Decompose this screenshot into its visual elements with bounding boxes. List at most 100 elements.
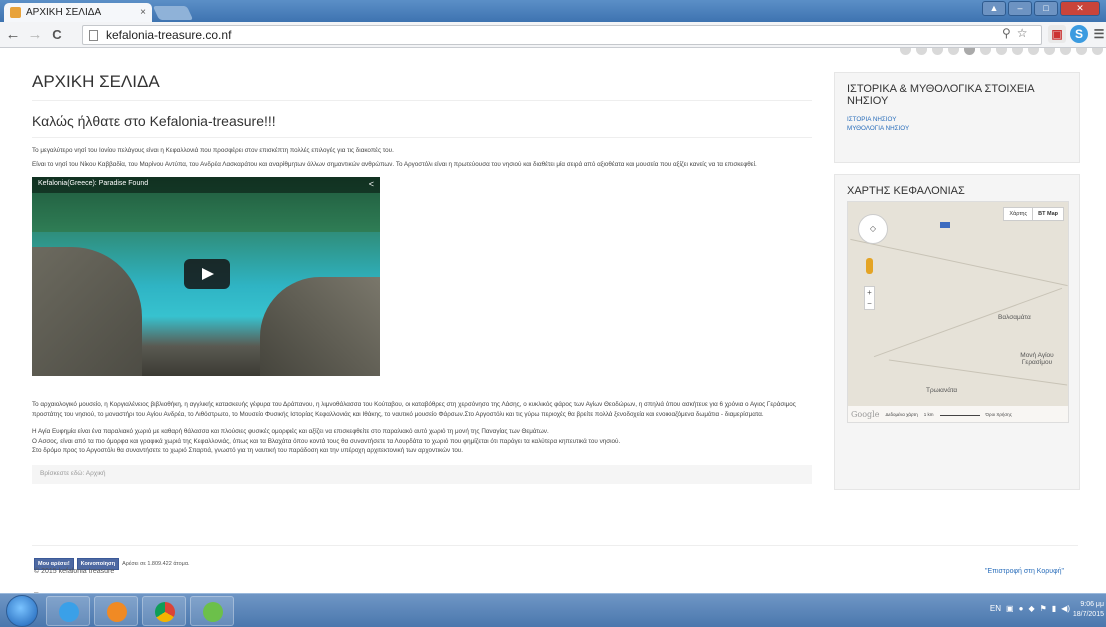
map-road xyxy=(850,238,1068,287)
map-box-title: ΧΑΡΤΗΣ ΚΕΦΑΛΟΝΙΑΣ xyxy=(847,185,965,197)
tab-close-button[interactable]: × xyxy=(140,7,146,18)
taskbar-media-player[interactable] xyxy=(94,596,138,626)
page-icon xyxy=(89,29,98,41)
map-terms-link[interactable]: Όροι Χρήσης xyxy=(986,412,1012,417)
slider-dot[interactable] xyxy=(932,48,943,55)
map-label: Τρωιανάτα xyxy=(926,387,958,394)
slider-dot[interactable] xyxy=(916,48,927,55)
site-favicon-icon xyxy=(10,7,21,18)
web-page: ΑΡΧΙΚΗ ΣΕΛΙΔΑ Καλώς ήλθατε στο Kefalonia… xyxy=(0,48,1106,597)
pan-control-icon[interactable]: ◇ xyxy=(858,214,888,244)
back-button[interactable]: ← xyxy=(4,25,22,45)
scale-bar xyxy=(939,412,980,416)
zoom-icon[interactable]: ⚲ xyxy=(1002,26,1011,40)
street-view-pegman-icon[interactable] xyxy=(866,258,873,274)
google-map[interactable]: Χάρτης BT Map ◇ + − Βαλσαμάτα Μονή Αγίου… xyxy=(847,201,1069,423)
slider-dot[interactable] xyxy=(1076,48,1087,55)
browser-tab-bar: ΑΡΧΙΚΗ ΣΕΛΙΔΑ × ▲ – □ ✕ xyxy=(0,0,1106,22)
youtube-video[interactable]: Kefalonia(Greece): Paradise Found < xyxy=(32,177,380,376)
map-road xyxy=(873,287,1063,358)
slider-dot[interactable] xyxy=(980,48,991,55)
share-icon[interactable]: < xyxy=(369,179,374,189)
page-title: ΑΡΧΙΚΗ ΣΕΛΙΔΑ xyxy=(32,72,812,101)
main-content: ΑΡΧΙΚΗ ΣΕΛΙΔΑ Καλώς ήλθατε στο Kefalonia… xyxy=(32,72,812,484)
system-tray: EN ▣ ● ◆ ⚑ ▮ ◀) xyxy=(990,604,1070,613)
copyright: © 2015 kefalonia treasure xyxy=(34,568,115,575)
slider-dot[interactable] xyxy=(964,48,975,55)
slider-dots xyxy=(900,48,1103,55)
history-sidebar-box: ΙΣΤΟΡΙΚΑ & ΜΥΘΟΛΟΓΙΚΑ ΣΤΟΙΧΕΙΑ ΝΗΣΙΟΥ ΙΣ… xyxy=(834,72,1080,163)
map-type-roadmap[interactable]: Χάρτης xyxy=(1004,208,1032,220)
slider-dot[interactable] xyxy=(1060,48,1071,55)
new-tab-button[interactable] xyxy=(152,6,194,20)
omnibox-icons: ⚲ ☆ xyxy=(1002,26,1028,40)
footer-divider xyxy=(32,545,1078,546)
browser-toolbar: ← → C kefalonia-treasure.co.nf ⚲ ☆ ▣ S ☰ xyxy=(0,22,1106,48)
history-link[interactable]: ΙΣΤΟΡΙΑ ΝΗΣΙΟΥ xyxy=(847,115,1067,124)
tab-title: ΑΡΧΙΚΗ ΣΕΛΙΔΑ xyxy=(26,7,102,18)
tray-icon[interactable]: ▣ xyxy=(1006,604,1014,613)
spartia-paragraph: Στο δρόμο προς το Αργοστόλι θα συναντήσε… xyxy=(32,447,464,454)
mythology-link[interactable]: ΜΥΘΟΛΟΓΙΑ ΝΗΣΙΟΥ xyxy=(847,124,1067,133)
taskbar-chrome[interactable] xyxy=(142,596,186,626)
taskbar-app[interactable] xyxy=(190,596,234,626)
agia-efimia-paragraph: Η Αγία Ευφημία είναι ένα παραλιακό χωριό… xyxy=(32,428,549,435)
slider-dot[interactable] xyxy=(1028,48,1039,55)
map-type-control[interactable]: Χάρτης BT Map xyxy=(1003,207,1064,221)
address-bar[interactable]: kefalonia-treasure.co.nf xyxy=(82,25,1042,45)
back-to-top-link[interactable]: "Επιστροφή στη Κορυφή" xyxy=(985,568,1064,575)
user-icon[interactable]: ▲ xyxy=(982,1,1006,16)
map-attribution: Google Δεδομένα χάρτη 1 km Όροι Χρήσης xyxy=(848,406,1068,422)
assos-paragraph: Ο Ασσος, είναι από τα πιο όμορφα και γρα… xyxy=(32,437,621,445)
history-box-title: ΙΣΤΟΡΙΚΑ & ΜΥΘΟΛΟΓΙΚΑ ΣΤΟΙΧΕΙΑ ΝΗΣΙΟΥ xyxy=(847,83,1034,107)
clock-date: 18/7/2015 xyxy=(1072,611,1104,618)
map-type-bt[interactable]: BT Map xyxy=(1032,208,1063,220)
reload-button[interactable]: C xyxy=(48,25,66,45)
tray-icon[interactable]: ◆ xyxy=(1028,604,1034,613)
video-title[interactable]: Kefalonia(Greece): Paradise Found xyxy=(32,177,380,193)
forward-button[interactable]: → xyxy=(26,25,44,45)
browser-tab[interactable]: ΑΡΧΙΚΗ ΣΕΛΙΔΑ × xyxy=(4,3,152,22)
internet-explorer-icon xyxy=(59,602,79,622)
taskbar-ie[interactable] xyxy=(46,596,90,626)
zoom-in-button[interactable]: + xyxy=(865,287,874,298)
breadcrumb: Βρίσκεστε εδώ: Αρχική xyxy=(32,464,812,484)
welcome-heading: Καλώς ήλθατε στο Kefalonia-treasure!!! xyxy=(32,113,812,138)
slider-dot[interactable] xyxy=(996,48,1007,55)
flag-icon[interactable]: ⚑ xyxy=(1040,604,1047,613)
language-indicator[interactable]: EN xyxy=(990,604,1001,613)
minimize-button[interactable]: – xyxy=(1008,1,1032,16)
maximize-button[interactable]: □ xyxy=(1034,1,1058,16)
zoom-control[interactable]: + − xyxy=(864,286,875,310)
close-window-button[interactable]: ✕ xyxy=(1060,1,1100,16)
skype-extension-icon[interactable]: S xyxy=(1070,25,1088,43)
map-data-link[interactable]: Δεδομένα χάρτη xyxy=(885,412,917,417)
extension-icon[interactable]: ▣ xyxy=(1048,25,1066,43)
windows-taskbar: EN ▣ ● ◆ ⚑ ▮ ◀) 9:06 μμ 18/7/2015 xyxy=(0,593,1106,627)
people-paragraph: Είναι το νησί του Νίκου Καββαδία, του Μα… xyxy=(32,160,757,168)
start-button-icon[interactable] xyxy=(6,595,38,627)
road-badge xyxy=(940,222,950,228)
play-button-icon[interactable] xyxy=(184,259,230,289)
video-thumbnail-rock xyxy=(260,277,380,376)
menu-icon[interactable]: ☰ xyxy=(1090,25,1106,43)
map-label: Μονή Αγίου Γερασίμου xyxy=(1020,352,1054,366)
slider-dot[interactable] xyxy=(1044,48,1055,55)
intro-paragraph: Το μεγαλύτερο νησί του Ιονίου πελάγους ε… xyxy=(32,147,394,154)
slider-dot[interactable] xyxy=(1092,48,1103,55)
facebook-like-count: Αρέσει σε 1.809.422 άτομα. xyxy=(122,561,190,567)
tray-icon[interactable]: ● xyxy=(1019,604,1024,613)
chrome-icon xyxy=(155,602,175,622)
video-thumbnail-rock xyxy=(32,247,142,376)
slider-dot[interactable] xyxy=(948,48,959,55)
zoom-out-button[interactable]: − xyxy=(865,298,874,309)
network-icon[interactable]: ▮ xyxy=(1052,604,1056,613)
map-scale: 1 km xyxy=(923,411,934,417)
slider-dot[interactable] xyxy=(1012,48,1023,55)
sights-paragraph: Το αρχαιολογικό μουσείο, η Κοργιαλένειος… xyxy=(32,401,796,418)
google-logo[interactable]: Google xyxy=(851,410,879,419)
bookmark-star-icon[interactable]: ☆ xyxy=(1017,26,1028,40)
clock[interactable]: 9:06 μμ 18/7/2015 xyxy=(1073,600,1104,620)
volume-icon[interactable]: ◀) xyxy=(1061,604,1070,613)
slider-dot[interactable] xyxy=(900,48,911,55)
